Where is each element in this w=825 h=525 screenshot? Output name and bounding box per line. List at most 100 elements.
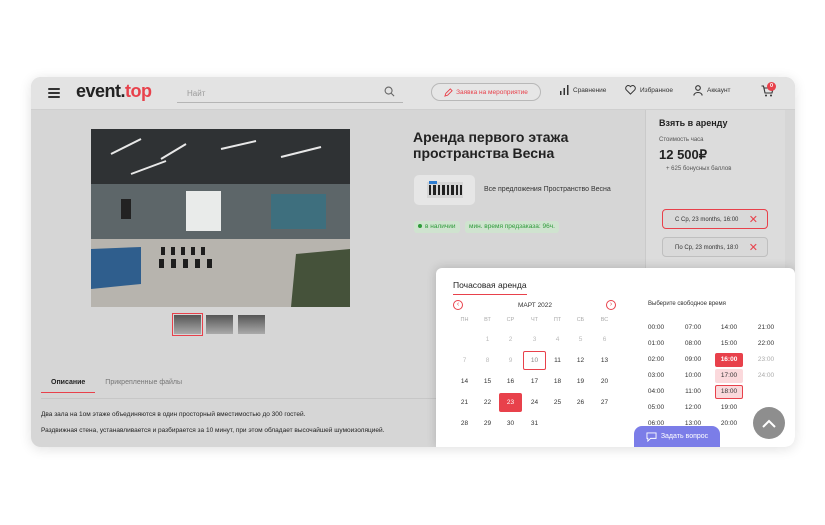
calendar-day[interactable]: 14 bbox=[453, 372, 476, 391]
vesna-logo-icon bbox=[426, 181, 463, 198]
calendar-day: 4 bbox=[555, 336, 560, 343]
thumbnail[interactable] bbox=[172, 313, 203, 336]
time-slot[interactable]: 05:00 bbox=[642, 401, 670, 415]
calendar-day[interactable]: 11 bbox=[546, 351, 569, 370]
time-slot-range-end[interactable]: 18:00 bbox=[715, 385, 743, 399]
product-tabs: Описание Прикрепленные файлы bbox=[41, 379, 192, 393]
price-value: 12 500₽ bbox=[659, 147, 707, 163]
weekday-label: ПТ bbox=[553, 317, 562, 323]
rent-end-slot[interactable]: По Ср, 23 months, 18:0 ✕ bbox=[662, 237, 768, 257]
time-slot[interactable]: 09:00 bbox=[679, 353, 707, 367]
time-slot[interactable]: 00:00 bbox=[642, 321, 670, 335]
time-slot[interactable]: 20:00 bbox=[715, 417, 743, 431]
menu-icon[interactable] bbox=[48, 88, 60, 98]
calendar-day[interactable]: 30 bbox=[499, 414, 522, 433]
calendar-day: 7 bbox=[462, 357, 467, 364]
calendar-month: МАРТ 2022 bbox=[518, 302, 553, 309]
rent-start-slot[interactable]: С Ср, 23 months, 16:00 ✕ bbox=[662, 209, 768, 229]
popup-title: Почасовая аренда bbox=[453, 280, 527, 295]
calendar-day: 6 bbox=[602, 336, 607, 343]
weekday-label: ЧТ bbox=[530, 317, 539, 323]
thumbnail[interactable] bbox=[238, 315, 265, 334]
scroll-to-top-button[interactable] bbox=[753, 407, 785, 439]
calendar-day[interactable]: 22 bbox=[476, 393, 499, 412]
rent-heading: Взять в аренду bbox=[659, 118, 728, 128]
ask-question-label: Задать вопрос bbox=[660, 433, 709, 440]
calendar-day[interactable]: 12 bbox=[569, 351, 592, 370]
time-slot[interactable]: 10:00 bbox=[679, 369, 707, 383]
calendar-day[interactable]: 27 bbox=[593, 393, 616, 412]
calendar-day-selected[interactable]: 23 bbox=[499, 393, 522, 412]
organizer-logo[interactable] bbox=[414, 175, 475, 205]
calendar-day: 5 bbox=[578, 336, 583, 343]
calendar-day[interactable]: 24 bbox=[523, 393, 546, 412]
calendar-day[interactable]: 25 bbox=[546, 393, 569, 412]
event-request-button[interactable]: Заявка на мероприятие bbox=[431, 83, 541, 101]
search-icon[interactable] bbox=[384, 86, 395, 97]
time-slot[interactable]: 21:00 bbox=[752, 321, 780, 335]
description-text: Два зала на 1ом этаже объединяются в оди… bbox=[41, 411, 306, 418]
time-slot[interactable]: 03:00 bbox=[642, 369, 670, 383]
venue-photo-illustration bbox=[91, 129, 350, 307]
time-slot[interactable]: 07:00 bbox=[679, 321, 707, 335]
favorites-link[interactable]: Избранное bbox=[625, 85, 673, 95]
time-slot[interactable]: 11:00 bbox=[679, 385, 707, 399]
status-dot-icon bbox=[418, 224, 422, 229]
calendar-day[interactable]: 18 bbox=[546, 372, 569, 391]
calendar-day[interactable]: 26 bbox=[569, 393, 592, 412]
search-input[interactable] bbox=[177, 84, 377, 103]
compare-link[interactable]: Сравнение bbox=[560, 85, 606, 95]
time-slot[interactable]: 08:00 bbox=[679, 337, 707, 351]
tabs-divider bbox=[41, 398, 436, 399]
time-slot[interactable]: 02:00 bbox=[642, 353, 670, 367]
time-slot-selected[interactable]: 16:00 bbox=[715, 353, 743, 367]
tab-description[interactable]: Описание bbox=[41, 379, 96, 393]
site-logo[interactable]: event.top bbox=[76, 81, 152, 102]
time-slot[interactable]: 22:00 bbox=[752, 337, 780, 351]
time-slot[interactable]: 12:00 bbox=[679, 401, 707, 415]
calendar-day: 8 bbox=[485, 357, 490, 364]
calendar-day[interactable]: 15 bbox=[476, 372, 499, 391]
time-slot[interactable]: 19:00 bbox=[715, 401, 743, 415]
calendar-day[interactable]: 28 bbox=[453, 414, 476, 433]
organizer-offers-link[interactable]: Все предложения Пространство Весна bbox=[484, 186, 611, 193]
tab-files[interactable]: Прикрепленные файлы bbox=[95, 379, 192, 393]
account-link[interactable]: Аккаунт bbox=[693, 85, 731, 96]
app-window: event.top Заявка на мероприятие Сравнени… bbox=[31, 77, 795, 447]
photo-thumbnails bbox=[172, 313, 265, 336]
calendar-day[interactable]: 17 bbox=[523, 372, 546, 391]
product-title: Аренда первого этажа пространства Весна bbox=[413, 129, 569, 161]
calendar-day[interactable]: 16 bbox=[499, 372, 522, 391]
calendar-day[interactable]: 21 bbox=[453, 393, 476, 412]
time-slot[interactable]: 14:00 bbox=[715, 321, 743, 335]
price-amount: 12 500 bbox=[659, 147, 699, 162]
venue-photo[interactable] bbox=[91, 129, 350, 307]
chevron-left-icon[interactable]: ‹ bbox=[453, 300, 463, 310]
calendar-day[interactable]: 13 bbox=[593, 351, 616, 370]
calendar-day[interactable]: 29 bbox=[476, 414, 499, 433]
calendar-day[interactable]: 20 bbox=[593, 372, 616, 391]
calendar-day[interactable]: 19 bbox=[569, 372, 592, 391]
chevron-right-icon[interactable]: › bbox=[606, 300, 616, 310]
close-icon[interactable]: ✕ bbox=[749, 210, 758, 230]
min-time-badge: мин. время предзаказа: 96ч. bbox=[465, 221, 559, 233]
close-icon[interactable]: ✕ bbox=[749, 238, 758, 258]
event-request-label: Заявка на мероприятие bbox=[456, 88, 528, 96]
arrow-up-icon bbox=[762, 419, 776, 428]
time-slot-in-range[interactable]: 17:00 bbox=[715, 369, 743, 383]
time-slot[interactable]: 01:00 bbox=[642, 337, 670, 351]
calendar-day: 3 bbox=[532, 336, 537, 343]
rent-panel: Взять в аренду Стоимость часа 12 500₽ + … bbox=[645, 110, 785, 268]
calendar-day[interactable]: 31 bbox=[523, 414, 546, 433]
price-currency: ₽ bbox=[698, 147, 708, 162]
pen-icon bbox=[444, 87, 453, 97]
weekday-label: ВС bbox=[600, 317, 609, 323]
ask-question-button[interactable]: Задать вопрос bbox=[634, 426, 720, 447]
heart-icon bbox=[625, 85, 636, 95]
time-slot[interactable]: 15:00 bbox=[715, 337, 743, 351]
compare-label: Сравнение bbox=[573, 86, 607, 94]
time-slot[interactable]: 04:00 bbox=[642, 385, 670, 399]
user-icon bbox=[693, 85, 703, 96]
calendar-day-today[interactable]: 10 bbox=[523, 351, 546, 370]
thumbnail[interactable] bbox=[206, 315, 233, 334]
